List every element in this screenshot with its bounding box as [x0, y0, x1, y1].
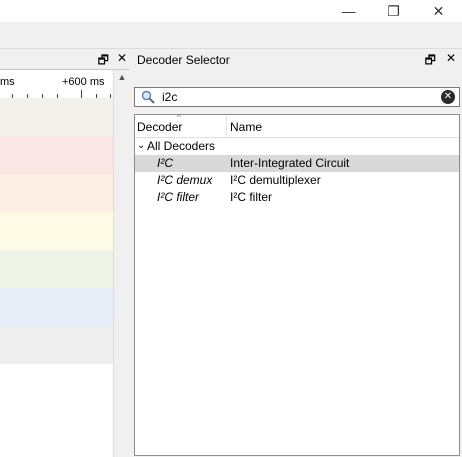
- dock-close-icon[interactable]: ✕: [446, 51, 456, 72]
- trace-dock-header: 🗗 ✕: [0, 49, 129, 69]
- decoder-name: I²C filter: [230, 190, 272, 204]
- tree-group-all-decoders[interactable]: ⌄ All Decoders: [135, 138, 459, 155]
- ruler-label: ms: [0, 76, 15, 88]
- trace-row: [0, 288, 113, 326]
- clear-search-icon[interactable]: ✕: [441, 90, 455, 104]
- decoder-row[interactable]: I²C Inter-Integrated Circuit: [135, 155, 459, 172]
- time-ruler: ms +600 ms: [0, 70, 113, 98]
- decoder-row[interactable]: I²C filter I²C filter: [135, 189, 459, 206]
- decoder-id: I²C demux: [157, 173, 213, 187]
- trace-row: [0, 326, 113, 364]
- vertical-scrollbar[interactable]: ▲: [113, 70, 130, 457]
- decoder-selector-dock: Decoder Selector 🗗 ✕ ✕ ^ Decoder Name ⌄ …: [131, 49, 462, 456]
- restore-button[interactable]: ❐: [371, 0, 416, 22]
- group-label: All Decoders: [147, 139, 216, 153]
- trace-dock: 🗗 ✕ ms +600 ms ▲: [0, 49, 130, 457]
- trace-row: [0, 98, 113, 136]
- ruler-tick: [81, 90, 82, 98]
- panel-title: Decoder Selector: [137, 53, 230, 67]
- trace-row: [0, 250, 113, 288]
- trace-view: ms +600 ms ▲: [0, 69, 130, 457]
- search-input[interactable]: [162, 89, 432, 105]
- trace-row: [0, 136, 113, 174]
- trace-row: [0, 212, 113, 250]
- decoder-row[interactable]: I²C demux I²C demultiplexer: [135, 172, 459, 189]
- decoder-name: Inter-Integrated Circuit: [230, 156, 350, 170]
- decoder-id: I²C filter: [157, 190, 199, 204]
- decoder-search-box[interactable]: ✕: [134, 87, 460, 107]
- toolbar-area: [0, 22, 462, 48]
- decoder-name: I²C demultiplexer: [230, 173, 321, 187]
- dock-float-icon[interactable]: 🗗: [425, 51, 436, 72]
- scroll-up-icon[interactable]: ▲: [114, 72, 130, 82]
- column-header-name[interactable]: Name: [230, 120, 262, 134]
- decoder-id: I²C: [157, 156, 173, 170]
- trace-rows: [0, 98, 113, 457]
- chevron-down-icon[interactable]: ⌄: [137, 140, 145, 151]
- minimize-button[interactable]: —: [326, 0, 371, 22]
- ruler-label: +600 ms: [62, 76, 105, 88]
- decoder-selector-header: Decoder Selector 🗗 ✕: [131, 49, 462, 69]
- tree-header: ^ Decoder Name: [135, 113, 459, 138]
- decoder-tree: ^ Decoder Name ⌄ All Decoders I²C Inter-…: [134, 113, 460, 456]
- window-titlebar: — ❐ ✕: [0, 0, 462, 22]
- column-header-decoder[interactable]: Decoder: [137, 120, 182, 134]
- column-divider[interactable]: [226, 115, 227, 137]
- close-window-button[interactable]: ✕: [416, 0, 461, 22]
- trace-row: [0, 174, 113, 212]
- search-icon: [141, 90, 155, 104]
